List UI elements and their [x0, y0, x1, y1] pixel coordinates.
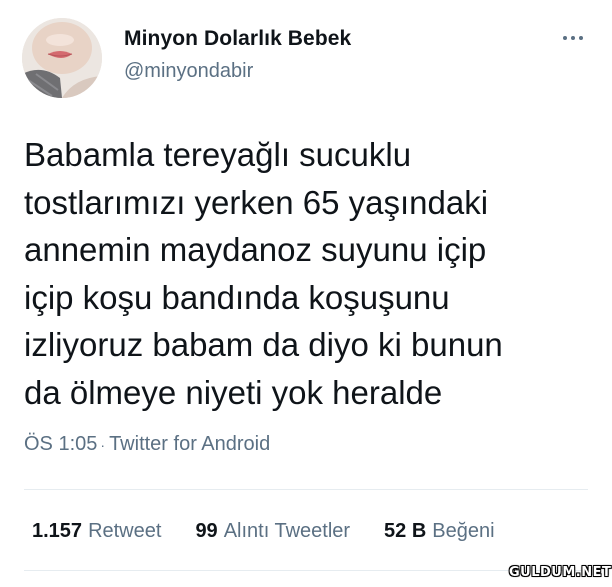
likes-count: 52 B	[384, 520, 427, 542]
more-horizontal-icon[interactable]	[555, 28, 591, 48]
tweet-text-line: tostlarımızı yerken 65 yaşındaki	[24, 183, 489, 221]
meta-separator: ·	[100, 436, 106, 453]
tweet-text-line: izliyoruz babam da diyo ki bunun	[24, 326, 503, 363]
likes-stat[interactable]: 52 B Beğeni	[384, 520, 495, 543]
tweet-text-line: içip koşu bandında koşuşunu	[24, 278, 450, 316]
likes-label: Beğeni	[432, 520, 495, 542]
more-dot	[563, 36, 567, 40]
tweet-text-line: da ölmeye niyeti yok heralde	[24, 373, 443, 411]
divider	[24, 489, 588, 490]
user-handle[interactable]: @minyondabir	[124, 60, 253, 83]
watermark: GULDUM.NET	[509, 565, 612, 580]
tweet-time[interactable]: ÖS 1:05	[24, 433, 97, 456]
more-dot	[571, 36, 575, 40]
tweet-source[interactable]: Twitter for Android	[109, 433, 270, 456]
quotes-stat[interactable]: 99 Alıntı Tweetler	[195, 520, 350, 543]
tweet-card: Minyon Dolarlık Bebek @minyondabir Babam…	[0, 0, 612, 587]
tweet-text-line: annemin maydanoz suyunu içip	[24, 231, 487, 268]
quotes-count: 99	[195, 520, 218, 542]
quotes-label: Alıntı Tweetler	[223, 520, 351, 542]
avatar[interactable]	[22, 18, 102, 98]
avatar-image	[22, 18, 102, 98]
user-display-name[interactable]: Minyon Dolarlık Bebek	[124, 27, 351, 51]
more-dot	[579, 36, 583, 40]
tweet-text-line: Babamla tereyağlı sucuklu	[24, 136, 412, 173]
tweet-meta: ÖS 1:05 · Twitter for Android	[24, 433, 270, 456]
retweets-label: Retweet	[88, 520, 162, 542]
divider	[24, 570, 588, 571]
retweets-count: 1.157	[32, 520, 83, 542]
tweet-stats: 1.157 Retweet 99 Alıntı Tweetler 52 B Be…	[32, 520, 495, 543]
tweet-text: Babamla tereyağlı sucuklu tostlarımızı y…	[24, 131, 604, 416]
retweets-stat[interactable]: 1.157 Retweet	[32, 520, 161, 543]
